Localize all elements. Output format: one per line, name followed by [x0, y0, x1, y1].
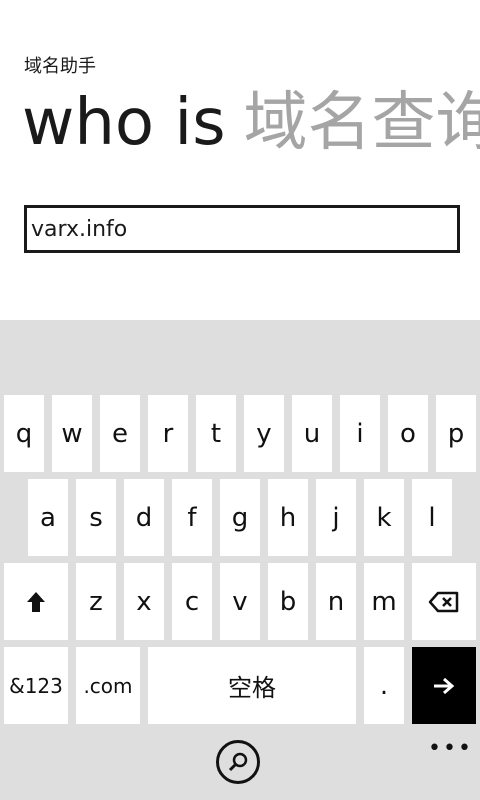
key-b[interactable]: b [268, 563, 308, 640]
domain-input[interactable] [27, 208, 451, 250]
pivot-item-whois[interactable]: who is [22, 86, 226, 160]
key-f[interactable]: f [172, 479, 212, 556]
search-button[interactable] [216, 740, 260, 784]
key-q[interactable]: q [4, 395, 44, 472]
key-d[interactable]: d [124, 479, 164, 556]
key-r[interactable]: r [148, 395, 188, 472]
pivot-item-domain-query[interactable]: 域名查询 [244, 86, 480, 160]
key-i[interactable]: i [340, 395, 380, 472]
key-g[interactable]: g [220, 479, 260, 556]
key-h[interactable]: h [268, 479, 308, 556]
key-p[interactable]: p [436, 395, 476, 472]
right-arrow-icon [434, 677, 455, 694]
key-n[interactable]: n [316, 563, 356, 640]
shift-key[interactable] [4, 563, 68, 640]
app-title: 域名助手 [24, 56, 96, 77]
key-m[interactable]: m [364, 563, 404, 640]
key-j[interactable]: j [316, 479, 356, 556]
pivot-header: who is 域名查询 [22, 78, 480, 168]
shift-arrow-icon [27, 591, 45, 612]
backspace-key[interactable] [412, 563, 476, 640]
key-t[interactable]: t [196, 395, 236, 472]
key-l[interactable]: l [412, 479, 452, 556]
key-s[interactable]: s [76, 479, 116, 556]
key-v[interactable]: v [220, 563, 260, 640]
key-o[interactable]: o [388, 395, 428, 472]
key-c[interactable]: c [172, 563, 212, 640]
key-w[interactable]: w [52, 395, 92, 472]
key-a[interactable]: a [28, 479, 68, 556]
dotcom-key[interactable]: .com [76, 647, 140, 724]
symbols-key[interactable]: &123 [4, 647, 68, 724]
search-icon [228, 752, 248, 772]
keyboard-bottom-bar: ••• [0, 728, 480, 800]
backspace-icon [428, 591, 459, 612]
key-k[interactable]: k [364, 479, 404, 556]
domain-input-box[interactable] [24, 205, 460, 253]
key-z[interactable]: z [76, 563, 116, 640]
key-e[interactable]: e [100, 395, 140, 472]
more-ellipsis-button[interactable]: ••• [428, 736, 473, 761]
enter-key[interactable] [412, 647, 476, 724]
period-key[interactable]: . [364, 647, 404, 724]
key-u[interactable]: u [292, 395, 332, 472]
space-key[interactable]: 空格 [148, 647, 356, 724]
key-y[interactable]: y [244, 395, 284, 472]
key-x[interactable]: x [124, 563, 164, 640]
